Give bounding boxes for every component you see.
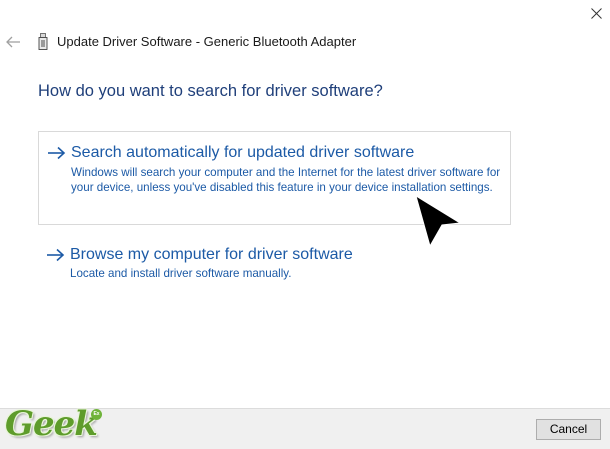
arrow-right-icon [48,146,66,160]
usb-device-icon [38,33,48,50]
back-arrow-icon [6,36,20,48]
cancel-button[interactable]: Cancel [536,419,601,440]
close-icon [591,8,602,19]
close-button[interactable] [585,2,609,26]
arrow-right-icon [47,248,65,262]
watermark-text: Geek [5,404,98,444]
page-heading: How do you want to search for driver sof… [38,82,383,100]
option-title: Browse my computer for driver software [70,246,353,263]
watermark-logo: Geek Ex [2,404,107,448]
option-description: Windows will search your computer and th… [71,166,501,194]
option-title: Search automatically for updated driver … [71,144,415,161]
window-title: Update Driver Software - Generic Bluetoo… [57,34,357,49]
watermark-badge: Ex [91,409,102,420]
mouse-pointer-icon [415,194,462,248]
option-description: Locate and install driver software manua… [70,267,292,280]
back-button[interactable] [5,35,23,49]
